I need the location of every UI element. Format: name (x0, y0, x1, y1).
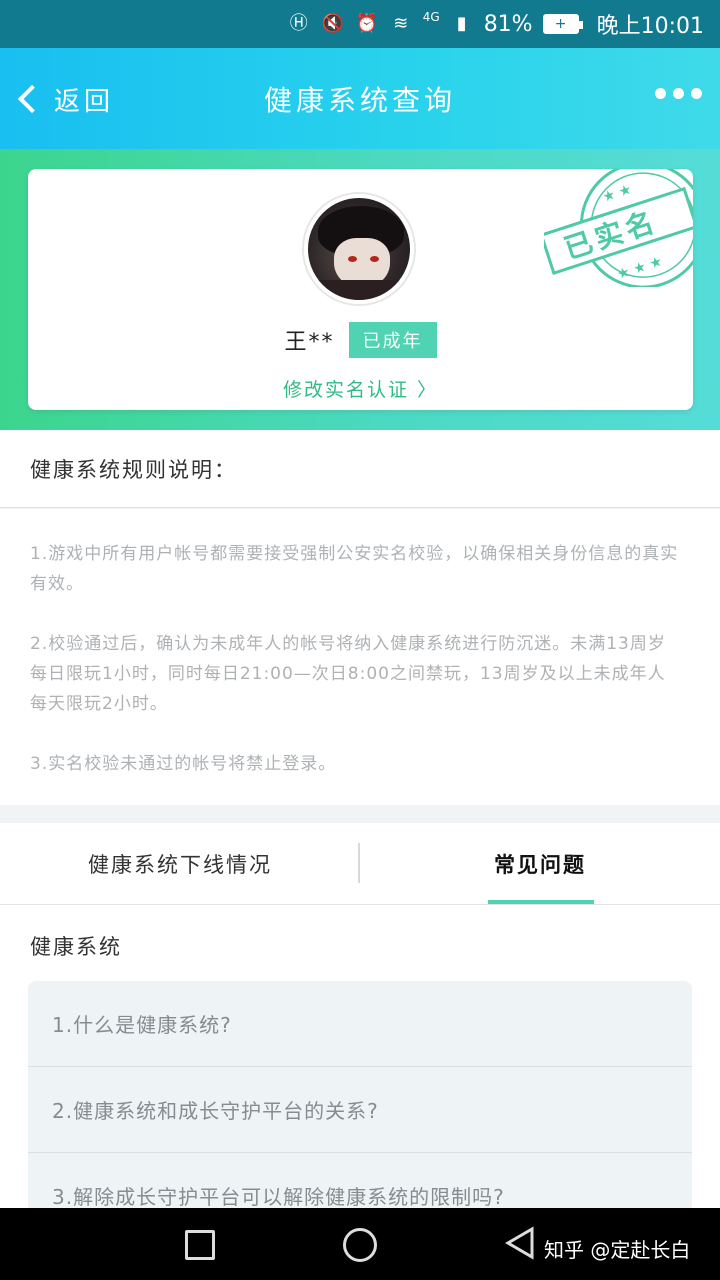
rules-heading: 健康系统规则说明： (0, 430, 720, 508)
more-options-button[interactable] (655, 88, 702, 99)
hd-call-icon: Ⓗ (289, 13, 308, 34)
rule-item-1: 1.游戏中所有用户帐号都需要接受强制公安实名校验，以确保相关身份信息的真实有效。 (30, 544, 679, 594)
alarm-icon: ⏰ (355, 13, 378, 34)
more-dot-icon (655, 88, 666, 99)
status-bar: Ⓗ 🔇 ⏰ ≋ 4G ▮ 81% + 晚上10:01 (0, 0, 720, 48)
profile-band: 王** 已成年 修改实名认证 〉 已实名 ★ ★ ★ ★ ★ (0, 149, 720, 430)
back-label: 返回 (54, 86, 115, 117)
watermark: 知乎 @定赴长白 (544, 1238, 691, 1262)
user-name: 王** (284, 330, 335, 355)
recent-apps-icon[interactable] (185, 1230, 215, 1260)
back-chevron-icon (17, 84, 47, 114)
wifi-icon: ≋ (393, 13, 409, 34)
rule-item-2: 2.校验通过后，确认为未成年人的帐号将纳入健康系统进行防沉迷。未满13周岁每日限… (30, 634, 666, 714)
battery-percent: 81% (483, 11, 533, 37)
edit-real-name-link[interactable]: 修改实名认证 〉 (28, 375, 693, 402)
tab-faq[interactable]: 常见问题 (360, 823, 720, 904)
avatar (304, 194, 414, 304)
name-row: 王** 已成年 (28, 322, 693, 358)
back-triangle-icon[interactable] (505, 1226, 535, 1260)
faq-item[interactable]: 1.什么是健康系统? (28, 981, 692, 1067)
profile-card: 王** 已成年 修改实名认证 〉 已实名 ★ ★ ★ ★ ★ (28, 169, 693, 410)
signal-icon: ▮ (456, 13, 467, 34)
back-button[interactable]: 返回 (14, 76, 114, 122)
faq-list: 1.什么是健康系统? 2.健康系统和成长守护平台的关系? 3.解除成长守护平台可… (28, 981, 692, 1239)
rule-item-3: 3.实名校验未通过的帐号将禁止登录。 (30, 754, 337, 774)
tab-bar: 健康系统下线情况 常见问题 (0, 823, 720, 905)
network-type: 4G (422, 10, 440, 24)
faq-heading: 健康系统 (30, 935, 122, 959)
more-dot-icon (691, 88, 702, 99)
nav-header: 返回 健康系统查询 (0, 48, 720, 149)
battery-icon: + (542, 14, 583, 34)
more-dot-icon (673, 88, 684, 99)
system-nav-bar: 知乎 @定赴长白 (0, 1208, 720, 1280)
adult-status-badge: 已成年 (348, 322, 437, 358)
home-icon[interactable] (343, 1228, 377, 1262)
tab-offline-status[interactable]: 健康系统下线情况 (0, 823, 360, 904)
rules-body: 1.游戏中所有用户帐号都需要接受强制公安实名校验，以确保相关身份信息的真实有效。… (0, 509, 720, 805)
faq-item[interactable]: 2.健康系统和成长守护平台的关系? (28, 1067, 692, 1153)
faq-section: 健康系统 1.什么是健康系统? 2.健康系统和成长守护平台的关系? 3.解除成长… (0, 905, 720, 1239)
clock: 晚上10:01 (596, 14, 704, 39)
svg-text:★ ★ ★: ★ ★ ★ (615, 254, 664, 284)
svg-text:★ ★: ★ ★ (601, 181, 634, 205)
verified-stamp-icon: 已实名 ★ ★ ★ ★ ★ (544, 169, 693, 287)
mute-icon: 🔇 (321, 13, 344, 34)
